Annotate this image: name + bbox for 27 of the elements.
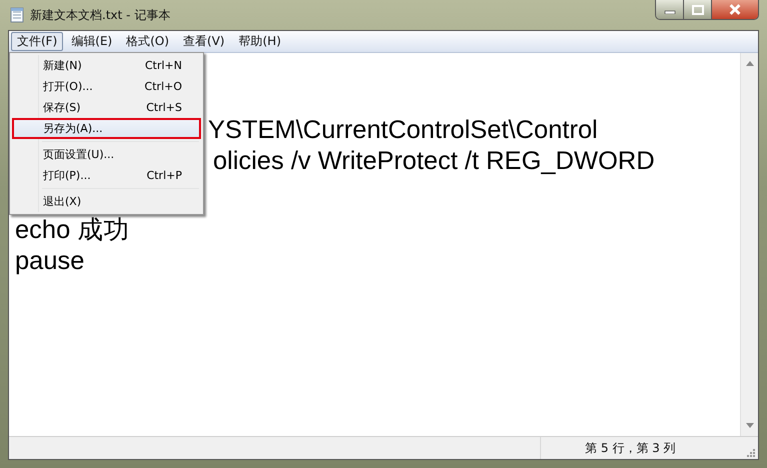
menu-option[interactable]: 另存为(A)... [12,118,201,139]
menu-item[interactable]: 帮助(H) [232,32,287,51]
text-line: YSTEM\CurrentControlSet\Control [208,115,598,146]
text-line: pause [15,246,84,277]
menu-option[interactable]: 退出(X) [12,191,201,212]
maximize-button[interactable] [684,0,712,19]
text-line: echo 成功 [15,215,130,246]
menu-option[interactable]: 打开(O)... Ctrl+O [12,76,201,97]
notepad-icon [10,7,24,23]
menu-option[interactable]: 打印(P)... Ctrl+P [12,165,201,186]
menu-option[interactable]: 保存(S) Ctrl+S [12,97,201,118]
resize-grip-icon[interactable] [745,447,755,457]
cursor-position: 第 5 行，第 3 列 [585,440,677,456]
minimize-button[interactable] [656,0,684,19]
menu-item[interactable]: 编辑(E) [65,32,118,51]
maximize-icon [692,4,704,14]
close-button[interactable] [712,0,758,19]
scroll-down-icon[interactable] [746,423,754,428]
menu-item[interactable]: 格式(O) [120,32,176,51]
menu-item[interactable]: 文件(F) [11,32,64,51]
menu-item[interactable]: 查看(V) [177,32,231,51]
scroll-up-icon[interactable] [746,61,754,66]
window-title: 新建文本文档.txt - 记事本 [30,6,172,24]
close-icon [728,4,742,15]
text-line: olicies /v WriteProtect /t REG_DWORD [213,146,655,177]
menu-option[interactable]: 页面设置(U)... [12,144,201,165]
menu-option[interactable]: 新建(N) Ctrl+N [12,55,201,76]
